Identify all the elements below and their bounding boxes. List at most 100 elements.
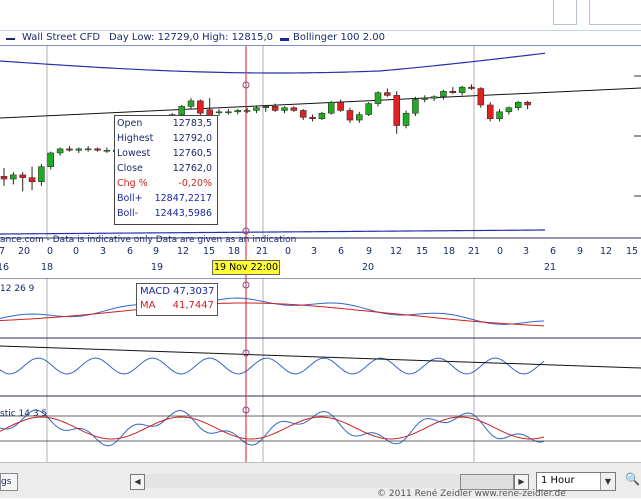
hour-tick-label: 9 [153, 246, 159, 257]
candle-body [253, 107, 260, 111]
candle-body [299, 110, 307, 118]
bollinger-line-icon [280, 38, 289, 41]
tooltip-bollplus-value: 12847,2217 [154, 193, 212, 204]
toolbar-panel[interactable] [589, 0, 641, 25]
scrollbar-thumb[interactable] [460, 474, 514, 490]
series-line-icon [6, 38, 15, 40]
toolbar-button[interactable] [553, 0, 577, 25]
hour-tick-label: 0 [285, 246, 291, 257]
candle-body [486, 104, 494, 119]
candle-body [262, 106, 270, 108]
indicator-lines [0, 297, 641, 447]
settings-tab[interactable]: gs [0, 473, 18, 491]
hour-tick-label: 18 [443, 246, 455, 257]
candle-body [393, 95, 400, 126]
candle-body [505, 107, 513, 113]
candle-body [337, 101, 344, 111]
candle-body [328, 101, 335, 114]
scroll-right-button[interactable]: ▶ [514, 474, 529, 490]
candle-body [384, 92, 391, 96]
ma-label: MA [140, 300, 156, 311]
tooltip-change-value: -0,20% [178, 178, 212, 189]
hour-tick-label: 18 [228, 246, 240, 257]
candle-body [524, 101, 531, 106]
candle-body [421, 97, 428, 100]
hour-tick-label: 3 [100, 246, 106, 257]
oscillator-trend-line [0, 345, 641, 369]
tooltip-high-label: Highest [117, 133, 154, 144]
candle-body [496, 111, 503, 119]
tooltip-open-value: 12783,5 [172, 118, 212, 129]
candle-body [290, 107, 298, 111]
candle-body [458, 86, 466, 93]
macd-signal-line [0, 302, 545, 327]
tooltip-open-label: Open [117, 118, 143, 129]
candle-body [56, 148, 64, 154]
candle-body [215, 111, 223, 114]
day-tick-label: 20 [362, 262, 374, 273]
tooltip-high-value: 12792,0 [172, 133, 212, 144]
day-tick-label: 19 [151, 262, 163, 273]
macd-readout: MACD 47,3037 MA 41,7447 [136, 283, 218, 316]
hour-tick-label: 6 [338, 246, 344, 257]
tooltip-close-label: Close [117, 163, 143, 174]
candle-body [0, 176, 8, 180]
hour-tick-label: 3 [523, 246, 529, 257]
candlesticks [0, 84, 531, 192]
candle-body [84, 148, 92, 151]
chart-area[interactable]: 7 20 0 0 3 6 9 12 15 18 21 0 3 6 9 12 15 18 21 0 3 6 9 12 15 16 18… [0, 46, 641, 462]
hour-tick-label: 6 [550, 246, 556, 257]
candle-body [374, 92, 382, 104]
macd-params: 12 26 9 [0, 284, 35, 294]
hour-tick-label: 6 [127, 246, 133, 257]
day-tick-label: 18 [41, 262, 53, 273]
chart-legend: Wall Street CFD Day Low: 12729,0 High: 1… [0, 31, 641, 46]
tooltip-bollminus-value: 12443,5986 [154, 208, 212, 219]
oscillator-line [0, 357, 545, 375]
hour-tick-label: 12 [177, 246, 189, 257]
tooltip-change-label: Chg % [117, 178, 148, 189]
candle-body [440, 91, 447, 97]
candle-body [234, 110, 241, 113]
bollinger-lower [0, 229, 546, 235]
candle-body [365, 103, 372, 115]
candle-body [402, 112, 410, 126]
tooltip-low-value: 12760,5 [172, 148, 212, 159]
hour-tick-label: 21 [468, 246, 480, 257]
hour-tick-label: 7 [0, 246, 5, 257]
candle-body [10, 174, 17, 180]
candle-body [178, 106, 185, 115]
candle-body [412, 99, 419, 114]
bollinger-upper [0, 52, 546, 74]
zoom-icon[interactable]: 🔍 [625, 472, 641, 489]
candle-body [94, 148, 101, 151]
bollinger-bands [0, 52, 641, 235]
candle-body [243, 110, 251, 112]
ohlc-tooltip: Open 12783,5 Highest 12792,0 Lowest 12760,5… [114, 115, 218, 225]
candle-body [309, 117, 316, 119]
candle-body [346, 110, 354, 121]
tooltip-close-value: 12762,0 [172, 163, 212, 174]
scroll-left-button[interactable]: ◀ [130, 474, 145, 490]
candle-body [515, 101, 522, 108]
chevron-down-icon[interactable]: ▼ [600, 473, 615, 490]
hour-tick-label: 12 [600, 246, 612, 257]
candle-body [318, 112, 326, 119]
hour-tick-label: 15 [626, 246, 638, 257]
top-toolbar [0, 0, 641, 31]
day-tick-label: 16 [0, 262, 9, 273]
candle-body [47, 152, 54, 167]
candle-body [66, 148, 73, 151]
macd-value: 47,3037 [173, 286, 215, 297]
ma-value: 41,7447 [172, 300, 215, 311]
hour-tick-label: 0 [497, 246, 503, 257]
candle-body [28, 177, 36, 183]
hour-tick-label: 15 [203, 246, 215, 257]
candle-body [38, 166, 45, 183]
stochastic-k-line [0, 409, 545, 447]
hour-tick-label: 12 [390, 246, 402, 257]
tooltip-low-label: Lowest [117, 148, 151, 159]
candle-body [271, 106, 279, 111]
candle-body [187, 100, 195, 107]
hour-tick-label: 0 [73, 246, 79, 257]
